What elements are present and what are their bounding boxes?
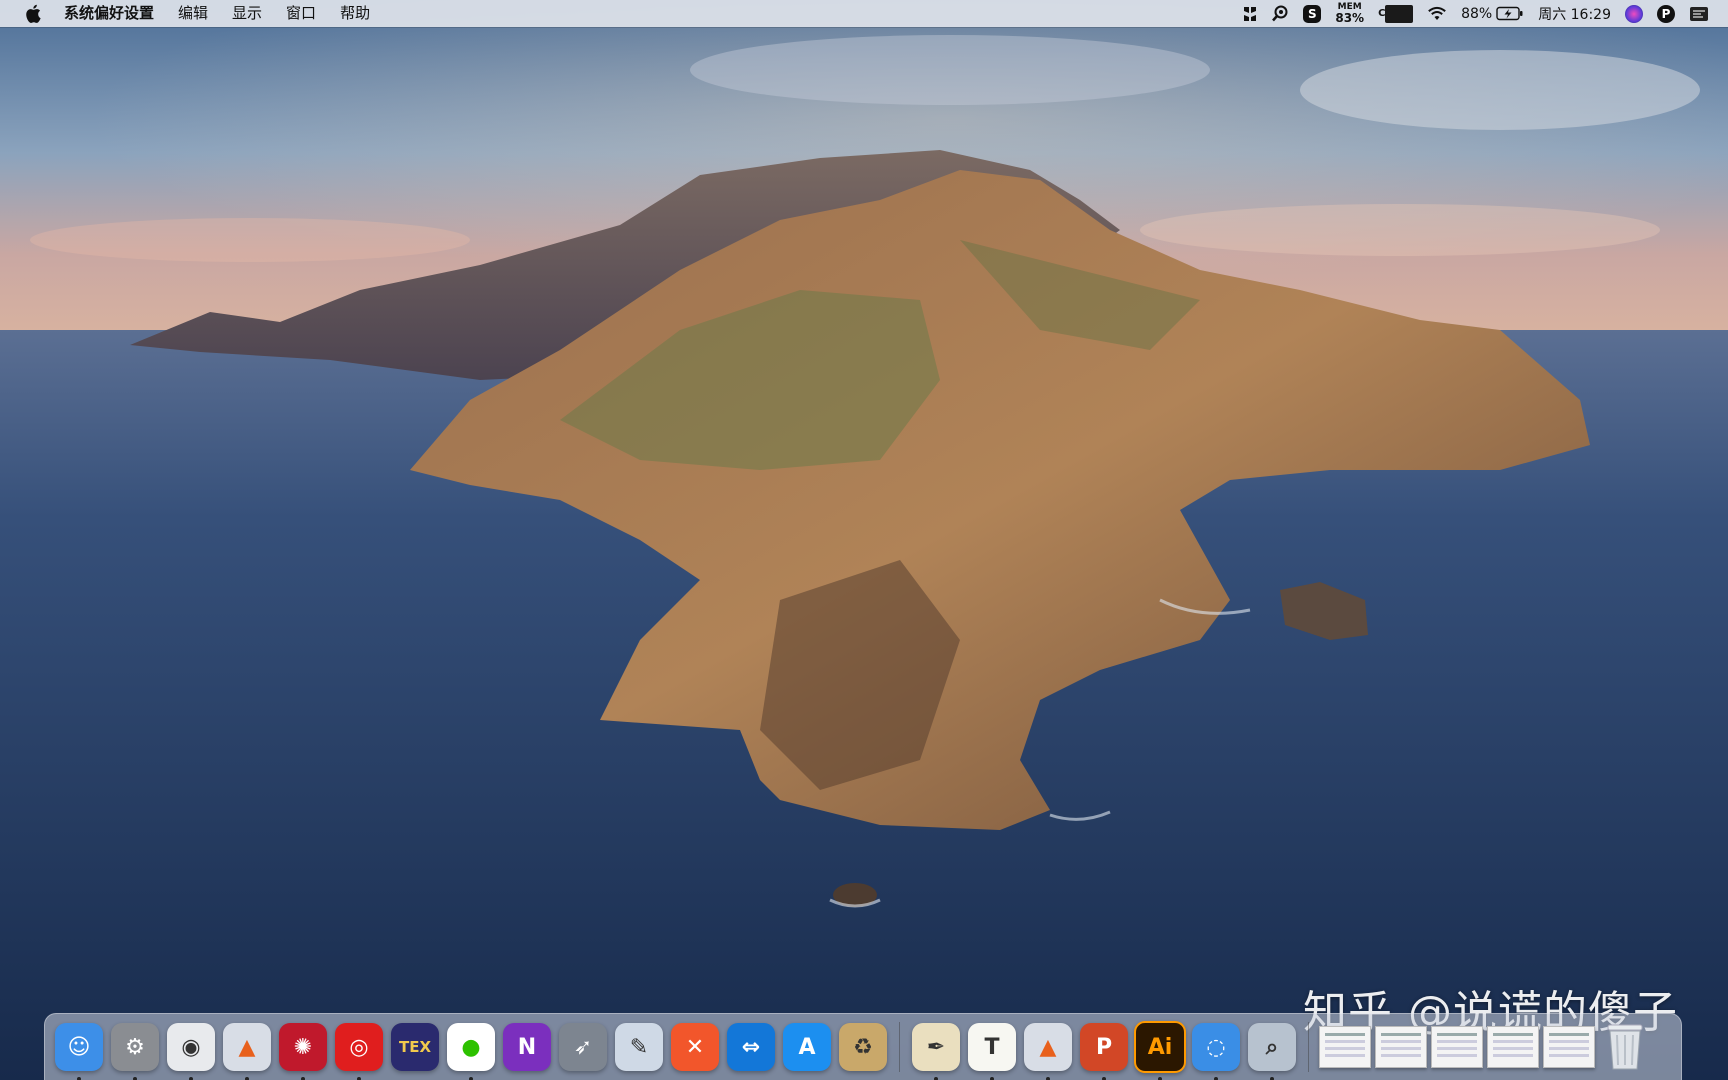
dock-apps-group: ☺ ⚙ ◉ ▲ ✺ ◎ TEX ● N ➶ ✎ ✕ ⇔ A ♻ <box>51 1021 891 1080</box>
dock-minimized-windows <box>1317 1021 1597 1073</box>
memory-monitor[interactable]: MEM 83% <box>1335 0 1364 27</box>
control-center-icon[interactable] <box>1689 0 1709 27</box>
wifi-icon[interactable] <box>1427 0 1447 27</box>
menu-app-name[interactable]: 系统偏好设置 <box>64 0 166 27</box>
menu-bar: 系统偏好设置 编辑 显示 窗口 帮助 S MEM 83% C 88% 周六 16… <box>0 0 1728 27</box>
netease-music-icon: ◎ <box>335 1023 383 1071</box>
clock[interactable]: 周六 16:29 <box>1538 0 1611 27</box>
mendeley-icon: ✺ <box>279 1023 327 1071</box>
powerpoint-icon: P <box>1080 1023 1128 1071</box>
textedit-icon: T <box>968 1023 1016 1071</box>
network-utility-icon: ◌ <box>1192 1023 1240 1071</box>
dock-separator <box>899 1022 900 1072</box>
minimized-window[interactable] <box>1319 1021 1371 1073</box>
dock-item-wechat[interactable]: ● <box>445 1021 497 1080</box>
matlab-icon-2: ▲ <box>1024 1023 1072 1071</box>
dock-item-script-editor[interactable]: ✒ <box>910 1021 962 1080</box>
battery-percent: 88% <box>1461 5 1493 22</box>
dock-item-teamviewer[interactable]: ⇔ <box>725 1021 777 1073</box>
dock-item-matlab[interactable]: ▲ <box>221 1021 273 1080</box>
wallpaper <box>0 0 1728 1080</box>
window-thumbnail <box>1431 1026 1483 1068</box>
onenote-icon: N <box>503 1023 551 1071</box>
archive-utility-icon: ♻ <box>839 1023 887 1071</box>
minimized-window[interactable] <box>1487 1021 1539 1073</box>
menu-help[interactable]: 帮助 <box>328 0 382 27</box>
dock-item-xmind[interactable]: ✕ <box>669 1021 721 1073</box>
app-store-icon: A <box>783 1023 831 1071</box>
cpu-graph-icon[interactable]: C <box>1378 0 1414 27</box>
menu-view[interactable]: 显示 <box>220 0 274 27</box>
minimized-window[interactable] <box>1375 1021 1427 1073</box>
dock-item-textedit[interactable]: T <box>966 1021 1018 1080</box>
dock-recent-apps-group: ✒ T ▲ P Ai ◌ ⌕ <box>908 1021 1300 1080</box>
siri-icon[interactable] <box>1625 0 1643 27</box>
cpu-graph <box>1385 4 1414 23</box>
paste-app-icon[interactable]: P <box>1657 0 1675 27</box>
image-capture-icon: ⌕ <box>1248 1023 1296 1071</box>
battery-status[interactable]: 88% <box>1461 0 1524 27</box>
dock-item-archive-utility[interactable]: ♻ <box>837 1021 889 1073</box>
desktop: 系统偏好设置 编辑 显示 窗口 帮助 S MEM 83% C 88% 周六 16… <box>0 0 1728 1080</box>
dock-item-matlab-2[interactable]: ▲ <box>1022 1021 1074 1080</box>
dock-item-illustrator[interactable]: Ai <box>1134 1021 1186 1080</box>
menu-window[interactable]: 窗口 <box>274 0 328 27</box>
window-thumbnail <box>1319 1026 1371 1068</box>
menu-edit[interactable]: 编辑 <box>166 0 220 27</box>
bartender-icon[interactable] <box>1242 0 1258 27</box>
dock-item-network-utility[interactable]: ◌ <box>1190 1021 1242 1080</box>
illustrator-icon: Ai <box>1134 1021 1186 1073</box>
dock-item-netease-music[interactable]: ◎ <box>333 1021 385 1080</box>
teamviewer-icon: ⇔ <box>727 1023 775 1071</box>
search-magnifier-icon[interactable] <box>1272 0 1289 27</box>
dock-separator <box>1308 1022 1309 1072</box>
dock-item-finder[interactable]: ☺ <box>53 1021 105 1080</box>
dock: ☺ ⚙ ◉ ▲ ✺ ◎ TEX ● N ➶ ✎ ✕ ⇔ A ♻ ✒ T ▲ P Ai ◌ ⌕ <box>44 1013 1682 1080</box>
mem-value: 83% <box>1335 11 1365 25</box>
dock-item-texshop[interactable]: TEX <box>389 1021 441 1073</box>
dock-item-mendeley[interactable]: ✺ <box>277 1021 329 1080</box>
matlab-icon: ▲ <box>223 1023 271 1071</box>
dock-item-onenote[interactable]: N <box>501 1021 553 1073</box>
dock-item-launchpad[interactable]: ➶ <box>557 1021 609 1073</box>
dock-item-app-store[interactable]: A <box>781 1021 833 1073</box>
wechat-icon: ● <box>447 1023 495 1071</box>
system-preferences-icon: ⚙ <box>111 1023 159 1071</box>
skype-icon[interactable]: S <box>1303 0 1322 27</box>
minimized-window[interactable] <box>1431 1021 1483 1073</box>
dock-item-chrome[interactable]: ◉ <box>165 1021 217 1080</box>
window-thumbnail <box>1487 1026 1539 1068</box>
trash-icon[interactable] <box>1599 1021 1651 1073</box>
script-editor-icon: ✒ <box>912 1023 960 1071</box>
preview-icon: ✎ <box>615 1023 663 1071</box>
chrome-icon: ◉ <box>167 1023 215 1071</box>
dock-item-powerpoint[interactable]: P <box>1078 1021 1130 1080</box>
dock-item-preview[interactable]: ✎ <box>613 1021 665 1073</box>
xmind-icon: ✕ <box>671 1023 719 1071</box>
minimized-window[interactable] <box>1543 1021 1595 1073</box>
finder-icon: ☺ <box>55 1023 103 1071</box>
dock-item-system-preferences[interactable]: ⚙ <box>109 1021 161 1080</box>
battery-charging-icon <box>1496 6 1523 21</box>
window-thumbnail <box>1375 1026 1427 1068</box>
apple-logo-icon[interactable] <box>24 4 42 24</box>
texshop-icon: TEX <box>391 1023 439 1071</box>
dock-item-image-capture[interactable]: ⌕ <box>1246 1021 1298 1080</box>
window-thumbnail <box>1543 1026 1595 1068</box>
launchpad-icon: ➶ <box>559 1023 607 1071</box>
